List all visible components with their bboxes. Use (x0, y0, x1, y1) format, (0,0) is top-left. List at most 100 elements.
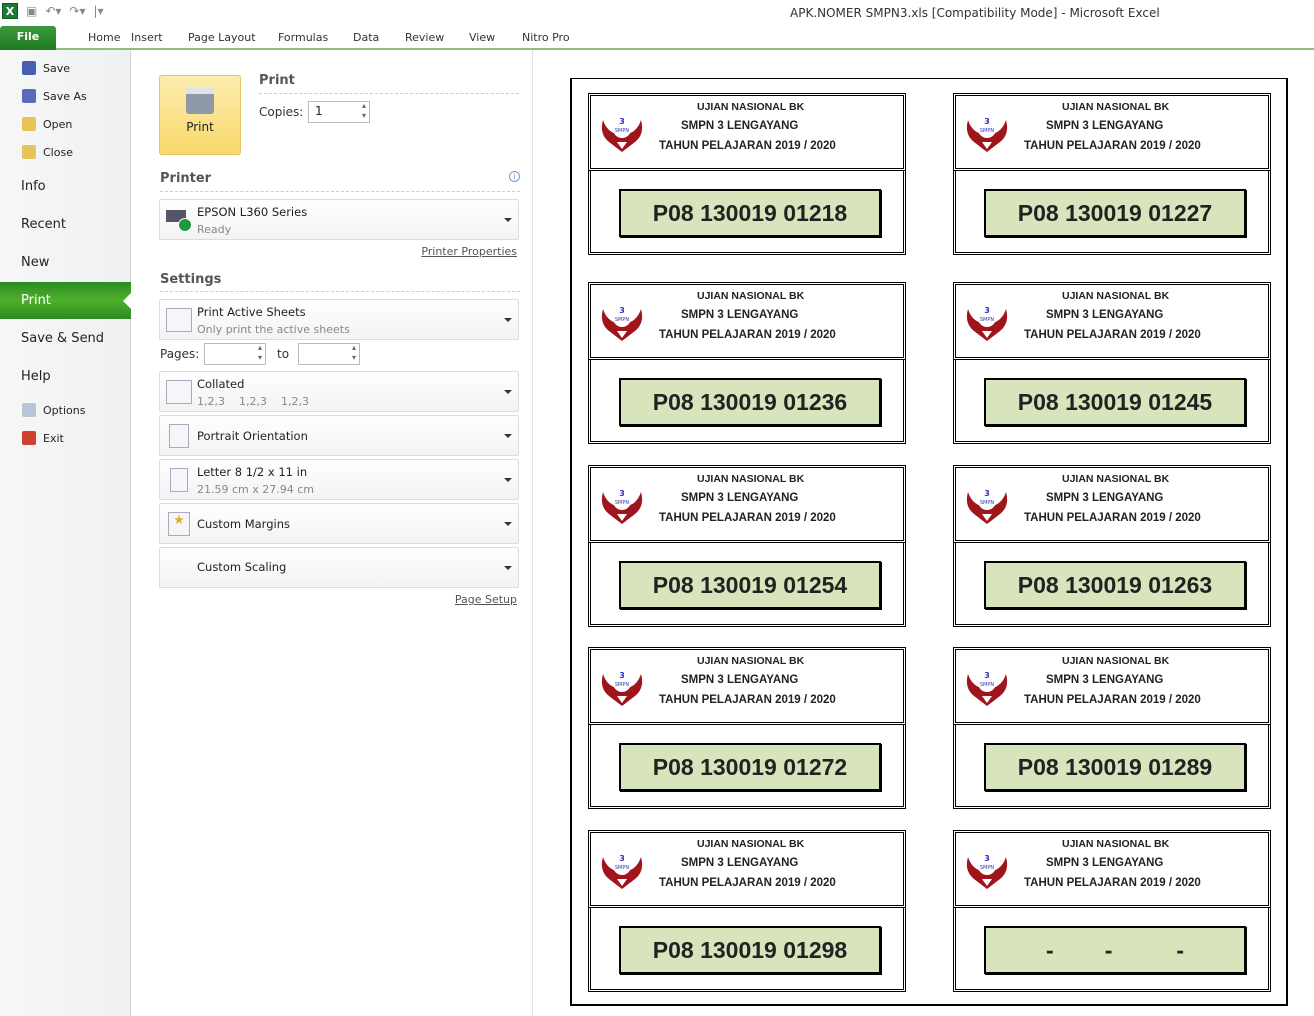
card-body: P08 130019 01218 (588, 171, 906, 255)
sidebar-item-label: Save As (43, 89, 87, 103)
exam-number: P08 130019 01263 (984, 561, 1246, 609)
pages-from-stepper[interactable] (204, 343, 266, 365)
svg-text:3: 3 (984, 489, 990, 498)
scaling-dropdown[interactable]: Custom Scaling (159, 547, 519, 588)
printer-status: Ready (197, 223, 232, 236)
school-name: SMPN 3 LENGAYANG (1046, 492, 1164, 504)
svg-text:3: 3 (984, 117, 990, 126)
svg-text:SMPN: SMPN (615, 128, 630, 134)
sidebar-item-save[interactable]: Save (0, 60, 131, 76)
printer-dropdown[interactable]: EPSON L360 Series Ready (159, 199, 519, 240)
printer-properties-link[interactable]: Printer Properties (421, 245, 517, 258)
orientation-dropdown[interactable]: Portrait Orientation (159, 415, 519, 456)
folder-close-icon (22, 145, 36, 159)
divider (160, 291, 520, 292)
academic-year: TAHUN PELAJARAN 2019 / 2020 (659, 694, 836, 706)
tab-review[interactable]: Review (405, 31, 444, 44)
card-header: 3 SMPN UJIAN NASIONAL BK SMPN 3 LENGAYANG… (953, 830, 1271, 908)
sidebar-item-open[interactable]: Open (0, 116, 131, 132)
chevron-down-icon (504, 317, 512, 326)
divider (160, 191, 520, 192)
exam-number: P08 130019 01245 (984, 378, 1246, 426)
academic-year: TAHUN PELAJARAN 2019 / 2020 (659, 329, 836, 341)
quick-access-toolbar: X ▣ ↶▾ ↷▾ |▾ (2, 3, 104, 19)
copies-stepper[interactable]: 1 (308, 101, 370, 123)
portrait-icon (169, 423, 189, 448)
sidebar-item-info[interactable]: Info (0, 178, 131, 194)
exam-title: UJIAN NASIONAL BK (697, 290, 805, 302)
print-button[interactable]: Print (159, 75, 241, 155)
redo-icon[interactable]: ↷▾ (69, 4, 85, 18)
tab-page-layout[interactable]: Page Layout (188, 31, 256, 44)
tab-insert[interactable]: Insert (131, 31, 163, 44)
sidebar-item-recent[interactable]: Recent (0, 216, 131, 232)
margins-dropdown[interactable]: ★ Custom Margins (159, 503, 519, 544)
school-logo: 3 SMPN (966, 854, 1008, 889)
print-what-sub: Only print the active sheets (197, 323, 350, 336)
exam-title: UJIAN NASIONAL BK (1062, 290, 1170, 302)
label-card: 3 SMPN UJIAN NASIONAL BK SMPN 3 LENGAYANG… (953, 465, 1271, 627)
info-icon[interactable]: i (509, 171, 520, 182)
tab-formulas[interactable]: Formulas (278, 31, 328, 44)
exam-number: P08 130019 01227 (984, 189, 1246, 237)
sidebar-item-label: Help (21, 368, 51, 384)
svg-text:SMPN: SMPN (615, 682, 630, 688)
tab-home[interactable]: Home (88, 31, 120, 44)
label-card: 3 SMPN UJIAN NASIONAL BK SMPN 3 LENGAYANG… (588, 647, 906, 809)
pages-to-stepper[interactable] (298, 343, 360, 365)
academic-year: TAHUN PELAJARAN 2019 / 2020 (659, 512, 836, 524)
school-logo: 3 SMPN (601, 117, 643, 152)
print-what-title: Print Active Sheets (197, 305, 306, 319)
pages-label: Pages: (160, 347, 200, 361)
sidebar-item-close[interactable]: Close (0, 144, 131, 160)
sidebar-item-exit[interactable]: Exit (0, 430, 131, 446)
undo-icon[interactable]: ↶▾ (45, 4, 61, 18)
sidebar-item-save-as[interactable]: Save As (0, 88, 131, 104)
sidebar-item-label: Save (43, 61, 71, 75)
school-name: SMPN 3 LENGAYANG (681, 674, 799, 686)
exam-title: UJIAN NASIONAL BK (1062, 473, 1170, 485)
page-setup-link[interactable]: Page Setup (455, 593, 517, 606)
card-body: P08 130019 01289 (953, 725, 1271, 809)
card-header: 3 SMPN UJIAN NASIONAL BK SMPN 3 LENGAYANG… (953, 282, 1271, 360)
card-body: P08 130019 01263 (953, 543, 1271, 627)
paper-size-dropdown[interactable]: Letter 8 1/2 x 11 in 21.59 cm x 27.94 cm (159, 459, 519, 500)
paper-sub: 21.59 cm x 27.94 cm (197, 483, 315, 496)
sidebar-item-label: Info (21, 178, 46, 194)
svg-text:3: 3 (984, 854, 990, 863)
exam-number: P08 130019 01218 (619, 189, 881, 237)
sidebar-item-label: Open (43, 117, 73, 131)
svg-text:SMPN: SMPN (980, 128, 995, 134)
exam-number: - - - (984, 926, 1246, 974)
print-what-dropdown[interactable]: Print Active Sheets Only print the activ… (159, 299, 519, 340)
tab-view[interactable]: View (469, 31, 495, 44)
academic-year: TAHUN PELAJARAN 2019 / 2020 (659, 140, 836, 152)
exam-title: UJIAN NASIONAL BK (697, 473, 805, 485)
printer-ready-icon (166, 208, 192, 232)
label-card: 3 SMPN UJIAN NASIONAL BK SMPN 3 LENGAYANG… (588, 93, 906, 255)
chevron-down-icon (504, 433, 512, 442)
tab-file[interactable]: File (0, 26, 56, 50)
academic-year: TAHUN PELAJARAN 2019 / 2020 (1024, 512, 1201, 524)
sidebar-item-new[interactable]: New (0, 254, 131, 270)
customize-toolbar-icon[interactable]: |▾ (94, 4, 104, 18)
excel-icon: X (2, 3, 18, 19)
sidebar-item-help[interactable]: Help (0, 368, 131, 384)
sidebar-item-print[interactable]: Print (0, 282, 131, 319)
folder-open-icon (22, 117, 36, 131)
collation-dropdown[interactable]: Collated 1,2,3 1,2,3 1,2,3 (159, 371, 519, 412)
school-logo: 3 SMPN (966, 671, 1008, 706)
school-name: SMPN 3 LENGAYANG (1046, 674, 1164, 686)
card-body: - - - (953, 908, 1271, 992)
save-icon[interactable]: ▣ (26, 4, 37, 18)
chevron-down-icon (504, 565, 512, 574)
school-logo: 3 SMPN (601, 854, 643, 889)
sidebar-item-options[interactable]: Options (0, 402, 131, 418)
settings-heading: Settings (160, 272, 222, 287)
tab-nitro-pro[interactable]: Nitro Pro (522, 31, 570, 44)
tab-data[interactable]: Data (353, 31, 379, 44)
exam-number: P08 130019 01236 (619, 378, 881, 426)
svg-text:SMPN: SMPN (980, 682, 995, 688)
sidebar-item-label: New (21, 254, 50, 270)
sidebar-item-save-send[interactable]: Save & Send (0, 330, 131, 346)
